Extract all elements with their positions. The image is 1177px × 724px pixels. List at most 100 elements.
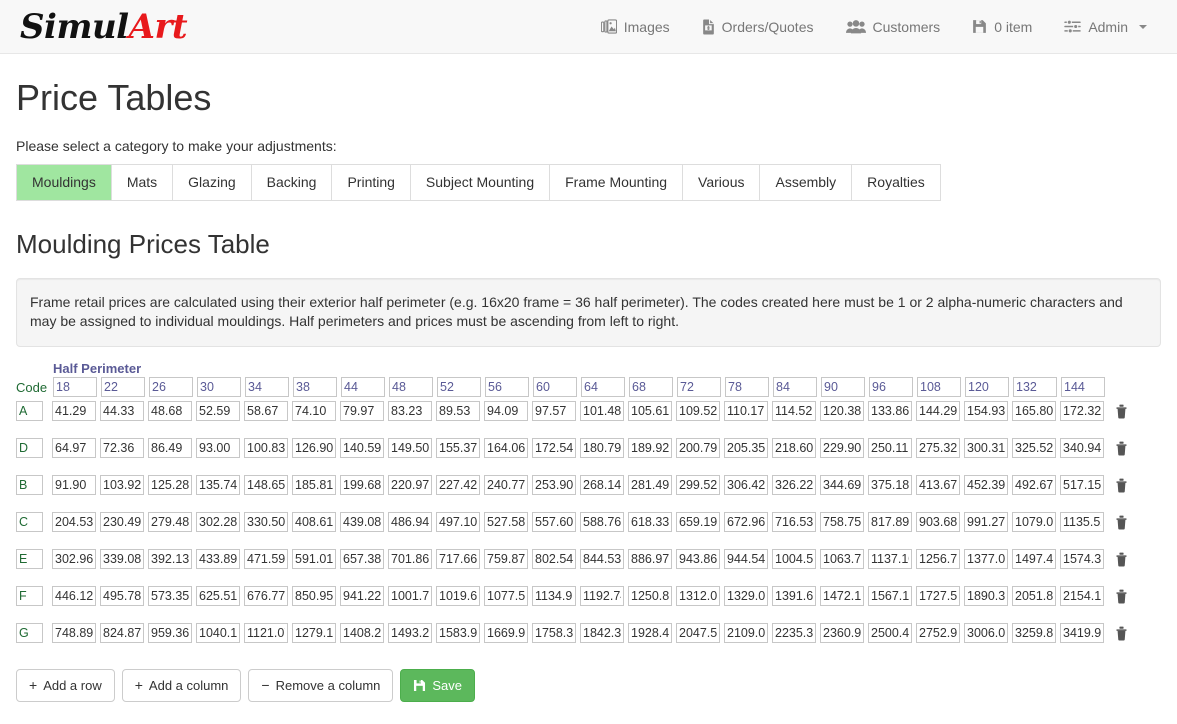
price-input[interactable]: [676, 401, 720, 422]
nav-item-images[interactable]: Images: [585, 11, 686, 43]
price-input[interactable]: [820, 623, 864, 644]
price-input[interactable]: [676, 586, 720, 607]
price-input[interactable]: [484, 549, 528, 570]
price-input[interactable]: [580, 623, 624, 644]
price-input[interactable]: [724, 623, 768, 644]
price-input[interactable]: [1012, 586, 1056, 607]
half-perimeter-input[interactable]: [485, 377, 529, 398]
half-perimeter-input[interactable]: [245, 377, 289, 398]
tab-various[interactable]: Various: [683, 163, 761, 201]
price-input[interactable]: [628, 549, 672, 570]
price-input[interactable]: [1060, 623, 1104, 644]
price-input[interactable]: [772, 438, 816, 459]
half-perimeter-input[interactable]: [821, 377, 865, 398]
price-input[interactable]: [196, 475, 240, 496]
price-input[interactable]: [724, 512, 768, 533]
half-perimeter-input[interactable]: [773, 377, 817, 398]
price-input[interactable]: [964, 438, 1008, 459]
price-input[interactable]: [772, 586, 816, 607]
price-input[interactable]: [244, 623, 288, 644]
price-input[interactable]: [916, 512, 960, 533]
price-input[interactable]: [388, 401, 432, 422]
price-input[interactable]: [244, 512, 288, 533]
price-input[interactable]: [340, 512, 384, 533]
price-input[interactable]: [1012, 475, 1056, 496]
price-input[interactable]: [52, 549, 96, 570]
price-input[interactable]: [580, 512, 624, 533]
code-input[interactable]: [16, 549, 43, 570]
price-input[interactable]: [1012, 512, 1056, 533]
price-input[interactable]: [1060, 586, 1104, 607]
code-input[interactable]: [16, 475, 43, 496]
price-input[interactable]: [1012, 401, 1056, 422]
price-input[interactable]: [628, 512, 672, 533]
price-input[interactable]: [964, 401, 1008, 422]
price-input[interactable]: [724, 549, 768, 570]
price-input[interactable]: [820, 586, 864, 607]
price-input[interactable]: [916, 586, 960, 607]
price-input[interactable]: [964, 512, 1008, 533]
price-input[interactable]: [628, 623, 672, 644]
price-input[interactable]: [484, 623, 528, 644]
price-input[interactable]: [100, 401, 144, 422]
price-input[interactable]: [52, 586, 96, 607]
nav-item-orders-quotes[interactable]: Orders/Quotes: [686, 11, 830, 43]
price-input[interactable]: [436, 623, 480, 644]
delete-row-button[interactable]: [1112, 623, 1130, 643]
price-input[interactable]: [52, 401, 96, 422]
tab-mouldings[interactable]: Mouldings: [16, 163, 112, 201]
price-input[interactable]: [676, 512, 720, 533]
price-input[interactable]: [292, 475, 336, 496]
tab-frame-mounting[interactable]: Frame Mounting: [550, 163, 684, 201]
price-input[interactable]: [340, 401, 384, 422]
half-perimeter-input[interactable]: [917, 377, 961, 398]
half-perimeter-input[interactable]: [869, 377, 913, 398]
price-input[interactable]: [292, 549, 336, 570]
price-input[interactable]: [388, 438, 432, 459]
price-input[interactable]: [1060, 401, 1104, 422]
half-perimeter-input[interactable]: [629, 377, 673, 398]
half-perimeter-input[interactable]: [677, 377, 721, 398]
price-input[interactable]: [532, 586, 576, 607]
price-input[interactable]: [916, 401, 960, 422]
price-input[interactable]: [1060, 549, 1104, 570]
delete-row-button[interactable]: [1112, 401, 1130, 421]
price-input[interactable]: [340, 438, 384, 459]
price-input[interactable]: [244, 401, 288, 422]
price-input[interactable]: [484, 438, 528, 459]
price-input[interactable]: [916, 623, 960, 644]
price-input[interactable]: [196, 438, 240, 459]
price-input[interactable]: [340, 549, 384, 570]
price-input[interactable]: [52, 512, 96, 533]
price-input[interactable]: [148, 401, 192, 422]
nav-item-admin[interactable]: Admin: [1048, 11, 1163, 43]
price-input[interactable]: [100, 438, 144, 459]
price-input[interactable]: [532, 623, 576, 644]
tab-royalties[interactable]: Royalties: [852, 163, 941, 201]
price-input[interactable]: [772, 401, 816, 422]
price-input[interactable]: [484, 475, 528, 496]
price-input[interactable]: [1060, 438, 1104, 459]
price-input[interactable]: [964, 549, 1008, 570]
price-input[interactable]: [388, 512, 432, 533]
price-input[interactable]: [340, 475, 384, 496]
price-input[interactable]: [292, 438, 336, 459]
price-input[interactable]: [868, 438, 912, 459]
price-input[interactable]: [1060, 475, 1104, 496]
price-input[interactable]: [580, 586, 624, 607]
price-input[interactable]: [580, 549, 624, 570]
price-input[interactable]: [628, 401, 672, 422]
price-input[interactable]: [1012, 623, 1056, 644]
price-input[interactable]: [100, 475, 144, 496]
price-input[interactable]: [436, 401, 480, 422]
code-input[interactable]: [16, 623, 43, 644]
price-input[interactable]: [724, 586, 768, 607]
price-input[interactable]: [148, 475, 192, 496]
price-input[interactable]: [148, 623, 192, 644]
remove-column-button[interactable]: − Remove a column: [248, 669, 394, 703]
price-input[interactable]: [532, 438, 576, 459]
price-input[interactable]: [676, 475, 720, 496]
code-input[interactable]: [16, 586, 43, 607]
price-input[interactable]: [388, 586, 432, 607]
nav-item-customers[interactable]: Customers: [830, 11, 957, 43]
